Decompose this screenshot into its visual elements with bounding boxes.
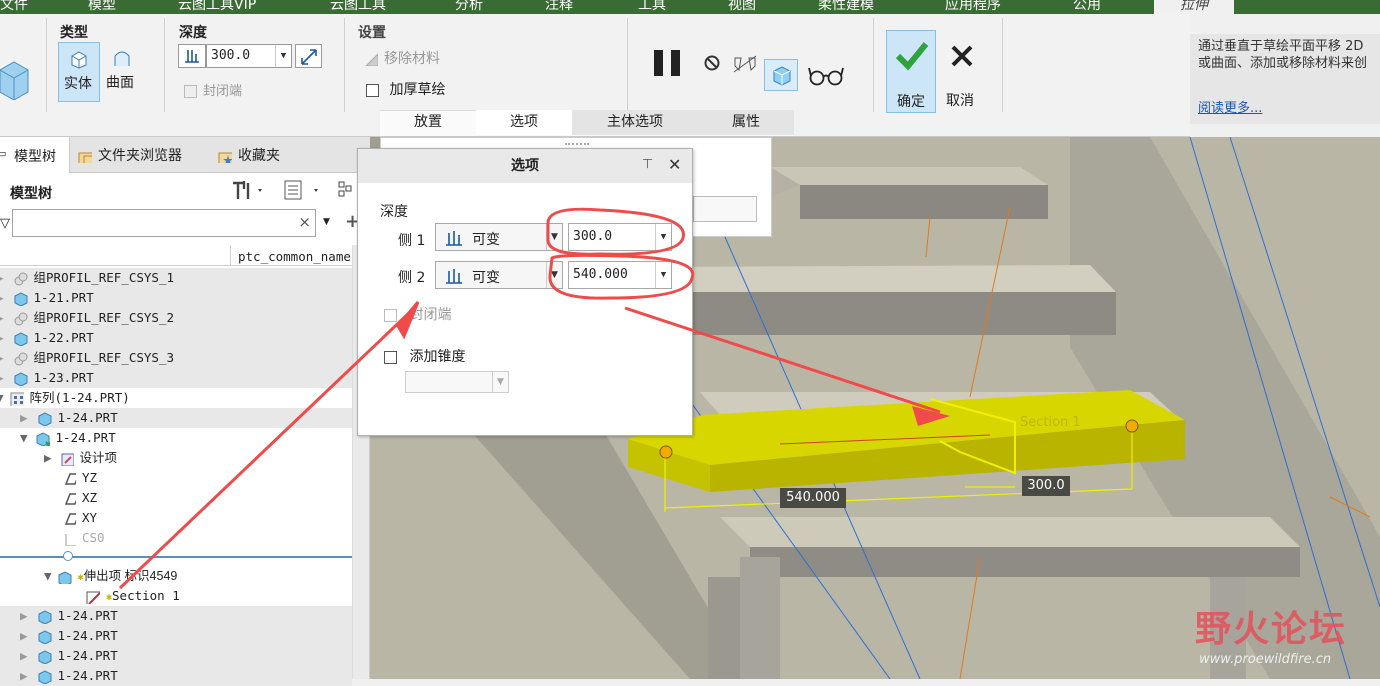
forum-watermark: 野火论坛 www.proewildfire.cn — [1195, 600, 1347, 667]
red-annotations — [118, 207, 950, 590]
watermark-title: 野火论坛 — [1195, 609, 1348, 650]
watermark-url: www.proewildfire.cn — [1199, 652, 1332, 667]
